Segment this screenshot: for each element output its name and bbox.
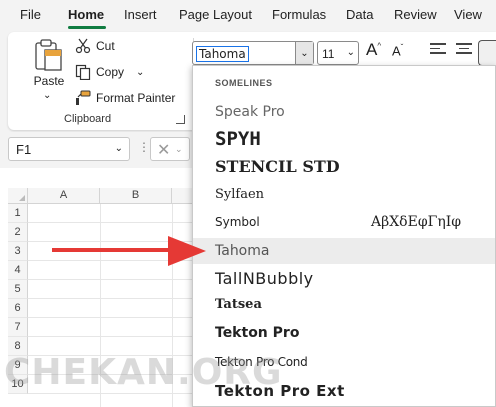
align-icon[interactable] — [456, 43, 472, 57]
align-icon[interactable] — [430, 43, 446, 57]
row-header[interactable]: 5 — [8, 280, 28, 299]
copy-chevron-down-icon[interactable]: ⌄ — [136, 67, 144, 78]
font-option-stencil-std[interactable]: STENCIL STD — [193, 154, 495, 180]
font-option-spyh[interactable]: SPYH — [193, 126, 495, 154]
grow-font-icon[interactable]: A^ — [366, 40, 381, 60]
tab-file[interactable]: File — [20, 7, 41, 22]
font-option-preview: ΑβΧδΕφΓηΙφ — [371, 214, 462, 230]
font-size-combobox[interactable]: 11 ⌄ — [317, 41, 359, 65]
row-header[interactable]: 6 — [8, 299, 28, 318]
tab-review[interactable]: Review — [394, 7, 437, 22]
chevron-down-icon[interactable]: ⌄ — [43, 90, 51, 101]
paste-icon — [35, 39, 62, 71]
font-option-somelines[interactable]: SOMELINES — [193, 74, 495, 96]
tab-home[interactable]: Home — [68, 7, 104, 22]
cut-label: Cut — [96, 39, 115, 53]
wrap-text-button[interactable] — [478, 40, 496, 66]
dialog-launcher-icon[interactable] — [176, 115, 185, 124]
chevron-down-icon[interactable]: ⌄ — [175, 144, 183, 155]
select-all-corner[interactable] — [8, 188, 28, 204]
paste-button[interactable]: Paste ⌄ — [28, 38, 70, 108]
font-name-input[interactable]: Tahoma — [196, 46, 249, 62]
clipboard-group-label: Clipboard — [64, 113, 112, 125]
font-option-tahoma[interactable]: Tahoma — [193, 238, 495, 264]
font-option-speak-pro[interactable]: Speak Pro — [193, 100, 495, 126]
font-option-label: Tekton Pro — [215, 325, 300, 341]
row-header[interactable]: 1 — [8, 204, 28, 223]
font-option-label: Speak Pro — [215, 104, 285, 120]
formula-actions: ✕ ⌄ — [150, 137, 190, 161]
font-option-label: Tatsea — [215, 297, 262, 312]
font-option-sylfaen[interactable]: Sylfaen — [193, 182, 495, 208]
font-option-label: STENCIL STD — [215, 157, 340, 176]
format-painter-icon — [74, 90, 92, 106]
shrink-font-icon[interactable]: Aˇ — [392, 43, 403, 58]
tab-data[interactable]: Data — [346, 7, 373, 22]
paste-label: Paste — [33, 74, 65, 88]
menu-bar: File Home Insert Page Layout Formulas Da… — [0, 0, 496, 30]
chevron-down-icon[interactable]: ⌄ — [115, 143, 123, 154]
cut-icon — [74, 38, 92, 54]
watermark: CHEKAN.ORG — [4, 352, 283, 393]
format-painter-label: Format Painter — [96, 91, 176, 105]
font-option-label: Symbol — [215, 215, 260, 229]
row-header[interactable]: 3 — [8, 242, 28, 261]
font-name-combobox[interactable]: Tahoma ⌄ — [192, 41, 314, 65]
copy-label: Copy — [96, 65, 125, 79]
font-option-symbol[interactable]: Symbol ΑβΧδΕφΓηΙφ — [193, 210, 495, 236]
font-option-tatsea[interactable]: Tatsea — [193, 294, 495, 318]
font-option-label: TallNBubbly — [215, 269, 314, 288]
font-size-input[interactable]: 11 — [322, 47, 334, 61]
copy-icon — [74, 64, 92, 80]
row-header[interactable]: 4 — [8, 261, 28, 280]
chevron-down-icon[interactable]: ⌄ — [295, 42, 313, 64]
tab-view[interactable]: View — [454, 7, 482, 22]
row-header[interactable]: 2 — [8, 223, 28, 242]
row-header[interactable]: 7 — [8, 318, 28, 337]
name-box[interactable]: F1 ⌄ — [8, 137, 130, 161]
font-option-label: SOMELINES — [215, 78, 273, 88]
more-icon[interactable]: ⋮ — [138, 140, 150, 154]
chevron-down-icon[interactable]: ⌄ — [347, 47, 355, 58]
copy-button[interactable]: Copy ⌄ — [74, 62, 144, 82]
font-option-tekton-pro[interactable]: Tekton Pro — [193, 320, 495, 346]
active-tab-indicator — [68, 26, 106, 29]
tab-page-layout[interactable]: Page Layout — [179, 7, 252, 22]
column-header[interactable]: A — [28, 188, 100, 204]
format-painter-button[interactable]: Format Painter — [74, 88, 175, 108]
column-header[interactable]: B — [100, 188, 172, 204]
tab-insert[interactable]: Insert — [124, 7, 157, 22]
font-option-tallnbubbly[interactable]: TallNBubbly — [193, 266, 495, 292]
font-option-label: Tahoma — [215, 243, 270, 259]
cut-button[interactable]: Cut — [74, 36, 115, 56]
cancel-icon[interactable]: ✕ — [157, 140, 170, 160]
tab-formulas[interactable]: Formulas — [272, 7, 326, 22]
font-option-label: SPYH — [215, 128, 261, 150]
font-option-label: Sylfaen — [215, 187, 265, 202]
name-box-value[interactable]: F1 — [16, 142, 31, 157]
